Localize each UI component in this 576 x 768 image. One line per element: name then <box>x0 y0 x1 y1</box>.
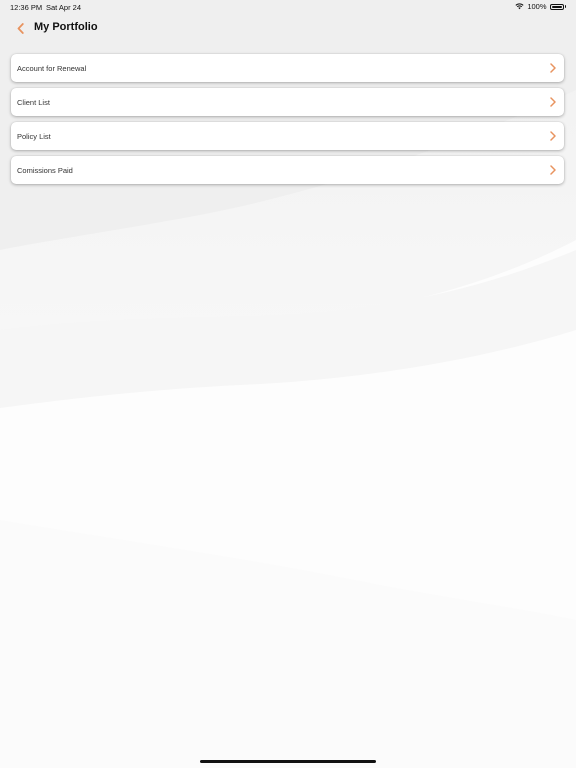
home-indicator[interactable] <box>200 760 376 763</box>
battery-icon <box>549 3 564 10</box>
menu-item-label: Client List <box>17 98 50 107</box>
header: My Portfolio <box>0 14 576 42</box>
chevron-right-icon <box>550 97 556 107</box>
menu-item-label: Account for Renewal <box>17 64 87 73</box>
menu-item-policy-list[interactable]: Policy List <box>11 122 564 150</box>
menu-list: Account for Renewal Client List Policy L… <box>11 54 564 190</box>
page-title: My Portfolio <box>34 21 98 33</box>
battery-percent: 100% <box>527 2 547 11</box>
battery-cap <box>564 5 566 8</box>
status-time: 12:36 PM <box>10 3 43 12</box>
chevron-right-icon <box>550 131 556 141</box>
menu-item-comissions-paid[interactable]: Comissions Paid <box>11 156 564 184</box>
menu-item-client-list[interactable]: Client List <box>11 88 564 116</box>
status-bar: 12:36 PM Sat Apr 24 100% <box>0 0 576 14</box>
battery-fill <box>551 5 562 8</box>
menu-item-account-for-renewal[interactable]: Account for Renewal <box>11 54 564 82</box>
menu-item-label: Comissions Paid <box>17 166 73 175</box>
status-right: 100% <box>515 2 566 11</box>
back-button[interactable] <box>12 20 28 36</box>
status-date: Sat Apr 24 <box>46 3 82 12</box>
chevron-right-icon <box>550 165 556 175</box>
chevron-left-icon <box>17 22 24 34</box>
menu-item-label: Policy List <box>17 132 51 141</box>
chevron-right-icon <box>550 63 556 73</box>
wifi-icon <box>515 3 524 10</box>
